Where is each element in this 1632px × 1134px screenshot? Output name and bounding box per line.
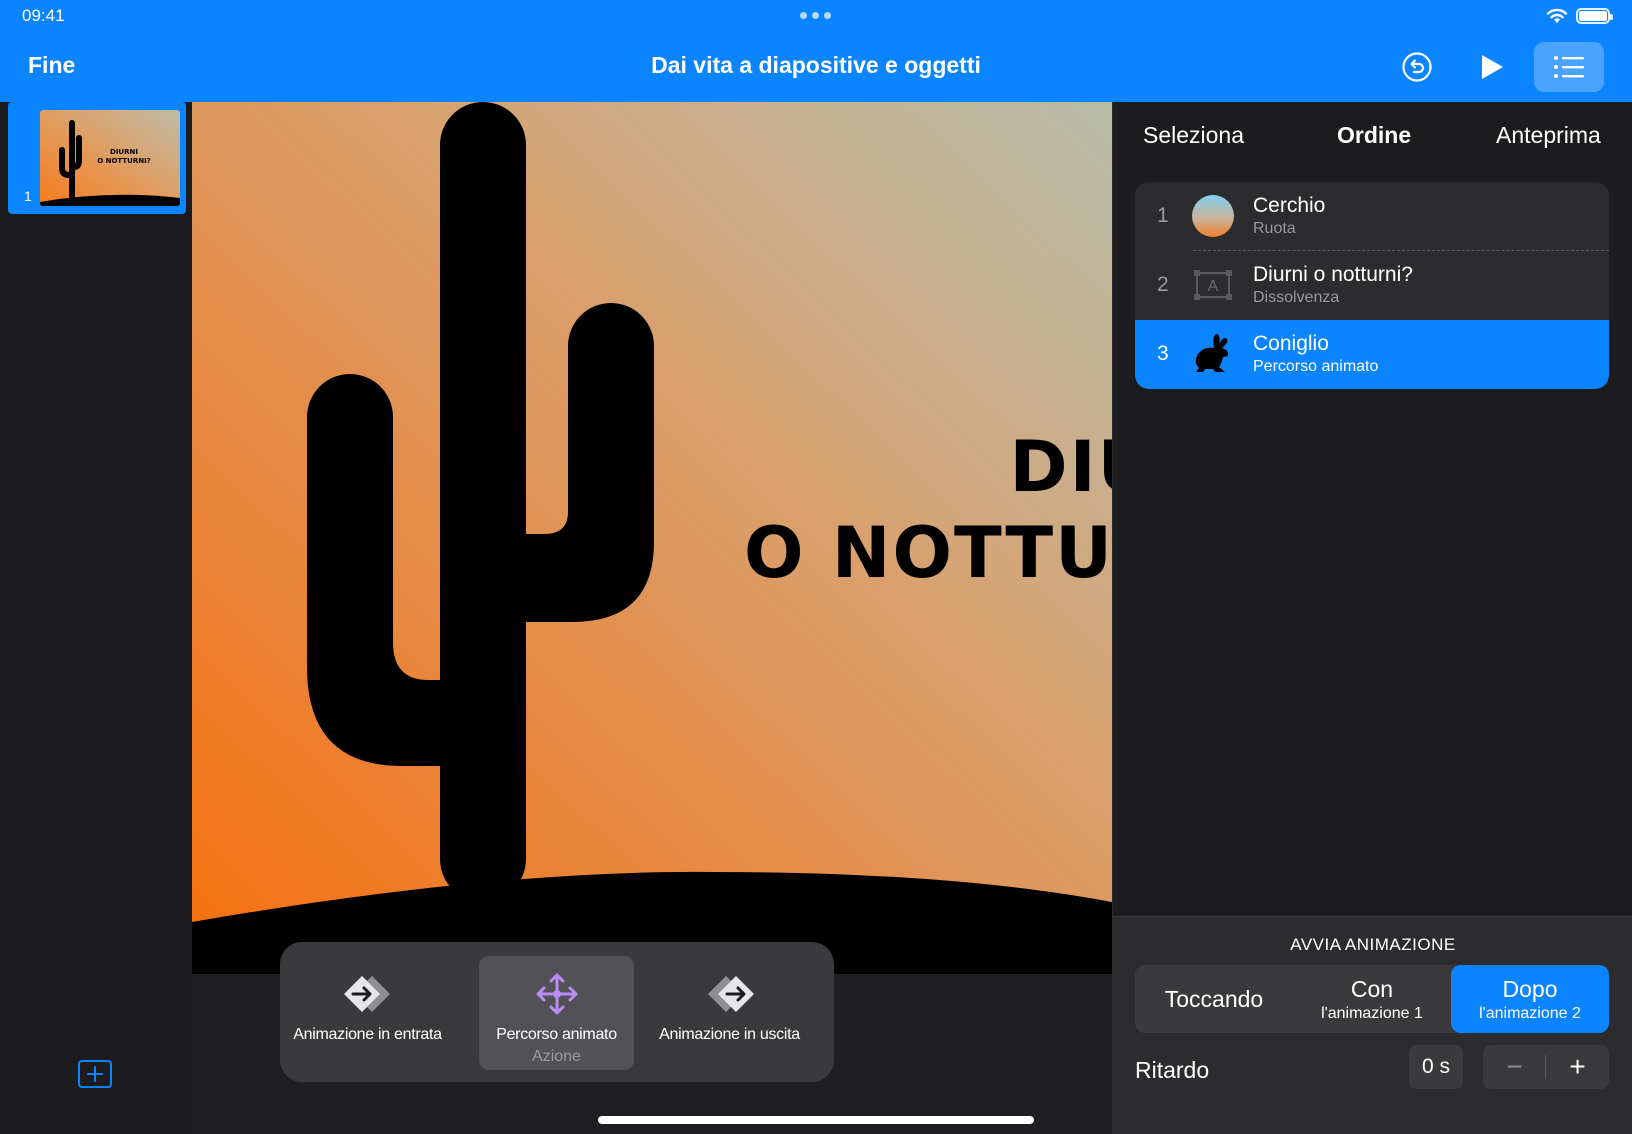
undo-button[interactable] [1382, 42, 1452, 92]
text-box-icon: A [1191, 263, 1235, 307]
build-order-row[interactable]: 1 Cerchio Ruota [1135, 182, 1609, 251]
start-after-option[interactable]: Dopo l'animazione 2 [1451, 965, 1609, 1033]
multitasking-dots[interactable] [800, 12, 831, 19]
tab-preview[interactable]: Anteprima [1496, 122, 1601, 149]
list-icon [1554, 56, 1584, 78]
build-in-label: Animazione in entrata [293, 1026, 442, 1043]
slide-title-line1: DIURNI [1009, 426, 1112, 508]
thumbnail-title-line1: DIURNI [110, 148, 138, 156]
slide-number: 1 [24, 188, 32, 204]
build-out-icon [707, 976, 754, 1012]
toolbar: 09:41 Fine Dai vita a diapositive e ogge… [0, 0, 1632, 102]
done-button[interactable]: Fine [28, 52, 75, 79]
build-order-name: Cerchio [1253, 194, 1326, 217]
action-sublabel: Azione [532, 1048, 581, 1065]
start-animation-segmented-control: Toccando Con l'animazione 1 Dopo l'anima… [1135, 965, 1609, 1033]
start-option-label: Dopo [1502, 975, 1558, 1002]
svg-text:A: A [1208, 278, 1219, 295]
delay-value-field[interactable]: 0 s [1409, 1045, 1463, 1089]
plus-icon [87, 1066, 103, 1082]
play-icon [1482, 55, 1503, 79]
build-order-list: 1 Cerchio Ruota 2 A Diurni o notturni? D… [1135, 182, 1609, 389]
increase-delay-button[interactable]: + [1546, 1045, 1609, 1089]
circle-icon [1191, 194, 1235, 238]
undo-icon [1402, 52, 1432, 82]
action-option[interactable]: Percorso animato Azione [479, 956, 634, 1070]
wifi-icon [1546, 8, 1568, 23]
delay-stepper: − + [1483, 1045, 1609, 1089]
build-order-effect: Dissolvenza [1253, 289, 1340, 306]
motion-path-icon [536, 973, 577, 1015]
start-on-tap-option[interactable]: Toccando [1135, 965, 1293, 1033]
rabbit-icon [1191, 332, 1235, 376]
start-animation-section: AVVIA ANIMAZIONE Toccando Con l'animazio… [1113, 916, 1632, 1134]
tab-select[interactable]: Seleziona [1143, 122, 1244, 149]
tab-order[interactable]: Ordine [1337, 122, 1411, 149]
build-order-row[interactable]: 3 Coniglio Percorso animato [1135, 320, 1609, 389]
slide-title[interactable]: DIURNI O NOTTURNI? [744, 424, 1112, 596]
home-indicator [598, 1116, 1034, 1124]
build-order-number: 2 [1157, 273, 1169, 296]
status-indicators [1546, 8, 1613, 24]
build-order-row[interactable]: 2 A Diurni o notturni? Dissolvenza [1135, 251, 1609, 320]
build-order-effect: Percorso animato [1253, 358, 1379, 375]
build-order-effect: Ruota [1253, 220, 1296, 237]
start-animation-label: AVVIA ANIMAZIONE [1290, 935, 1456, 954]
start-with-option[interactable]: Con l'animazione 1 [1293, 965, 1451, 1033]
slide-thumbnail[interactable]: 1 DIURNI O NOTTURNI? [8, 102, 186, 214]
build-in-option[interactable]: Animazione in entrata [290, 956, 445, 1070]
panel-tabs: Seleziona Ordine Anteprima [1113, 122, 1632, 162]
slide-title-line2: O NOTTURNI? [744, 512, 1112, 594]
action-label: Percorso animato [496, 1026, 617, 1043]
start-option-label: Con [1350, 975, 1394, 1002]
start-option-sublabel: l'animazione 2 [1479, 1004, 1581, 1022]
animation-type-menu: Animazione in entrata Percorso animato A… [280, 942, 834, 1082]
build-order-number: 1 [1157, 204, 1169, 227]
build-order-number: 3 [1157, 342, 1169, 365]
decrease-delay-button[interactable]: − [1483, 1045, 1546, 1089]
slide[interactable]: DIURNI O NOTTURNI? [192, 102, 1112, 974]
build-order-name: Coniglio [1253, 332, 1329, 355]
animation-list-button[interactable] [1534, 42, 1604, 92]
start-option-label: Toccando [1164, 985, 1264, 1012]
thumbnail-title-line2: O NOTTURNI? [97, 157, 151, 165]
build-in-icon [343, 976, 390, 1012]
build-out-label: Animazione in uscita [659, 1026, 800, 1043]
delay-label: Ritardo [1135, 1057, 1210, 1083]
build-out-option[interactable]: Animazione in uscita [652, 956, 807, 1070]
battery-icon [1576, 8, 1613, 24]
play-button[interactable] [1457, 42, 1527, 92]
animation-panel: Seleziona Ordine Anteprima 1 Cerchio Ruo… [1112, 102, 1632, 1134]
add-slide-button[interactable] [78, 1060, 112, 1088]
status-time: 09:41 [22, 6, 65, 25]
start-option-sublabel: l'animazione 1 [1321, 1004, 1423, 1022]
slide-navigator: 1 DIURNI O NOTTURNI? [0, 102, 192, 1134]
build-order-name: Diurni o notturni? [1253, 263, 1413, 286]
slide-thumbnail-image: DIURNI O NOTTURNI? [40, 110, 180, 206]
